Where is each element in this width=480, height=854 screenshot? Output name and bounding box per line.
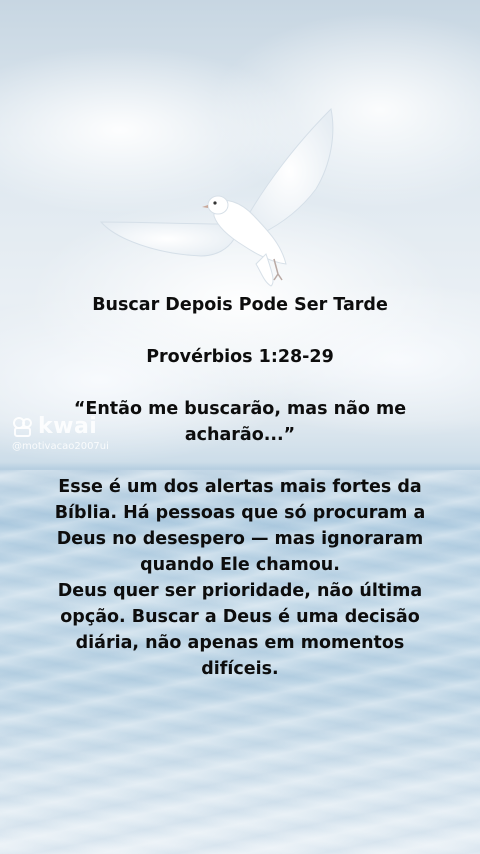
kwai-logo-icon bbox=[13, 416, 32, 437]
paragraph-2: Deus quer ser prioridade, não última opç… bbox=[57, 581, 423, 679]
post-text: Buscar Depois Pode Ser Tarde Provérbios … bbox=[50, 292, 430, 682]
bible-quote: “Então me buscarão, mas não me acharão..… bbox=[73, 399, 407, 445]
dove-icon bbox=[99, 107, 334, 287]
bible-reference: Provérbios 1:28-29 bbox=[146, 347, 334, 367]
post-title: Buscar Depois Pode Ser Tarde bbox=[92, 295, 388, 315]
paragraph-1: Esse é um dos alertas mais fortes da Bíb… bbox=[54, 477, 426, 575]
